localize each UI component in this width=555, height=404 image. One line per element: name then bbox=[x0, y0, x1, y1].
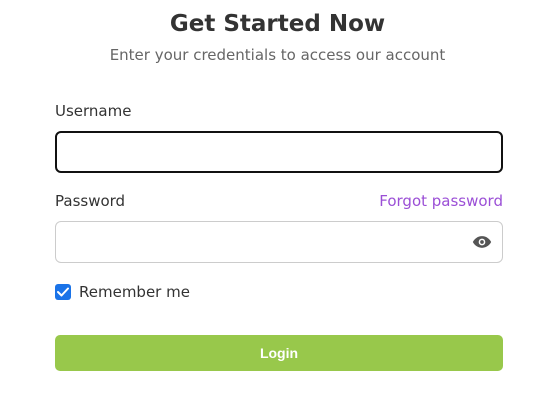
username-label: Username bbox=[55, 102, 132, 120]
password-input[interactable] bbox=[55, 221, 503, 263]
remember-me-checkbox[interactable] bbox=[55, 284, 71, 300]
login-page: Get Started Now Enter your credentials t… bbox=[0, 0, 555, 404]
eye-icon[interactable] bbox=[472, 233, 492, 251]
forgot-password-link[interactable]: Forgot password bbox=[379, 192, 503, 210]
username-input[interactable] bbox=[55, 131, 503, 173]
remember-me-label: Remember me bbox=[79, 283, 190, 301]
password-label: Password bbox=[55, 192, 126, 210]
login-button[interactable]: Login bbox=[55, 335, 503, 371]
remember-me-row: Remember me bbox=[55, 283, 190, 301]
page-title: Get Started Now bbox=[169, 11, 386, 37]
page-subtitle: Enter your credentials to access our acc… bbox=[109, 46, 446, 64]
